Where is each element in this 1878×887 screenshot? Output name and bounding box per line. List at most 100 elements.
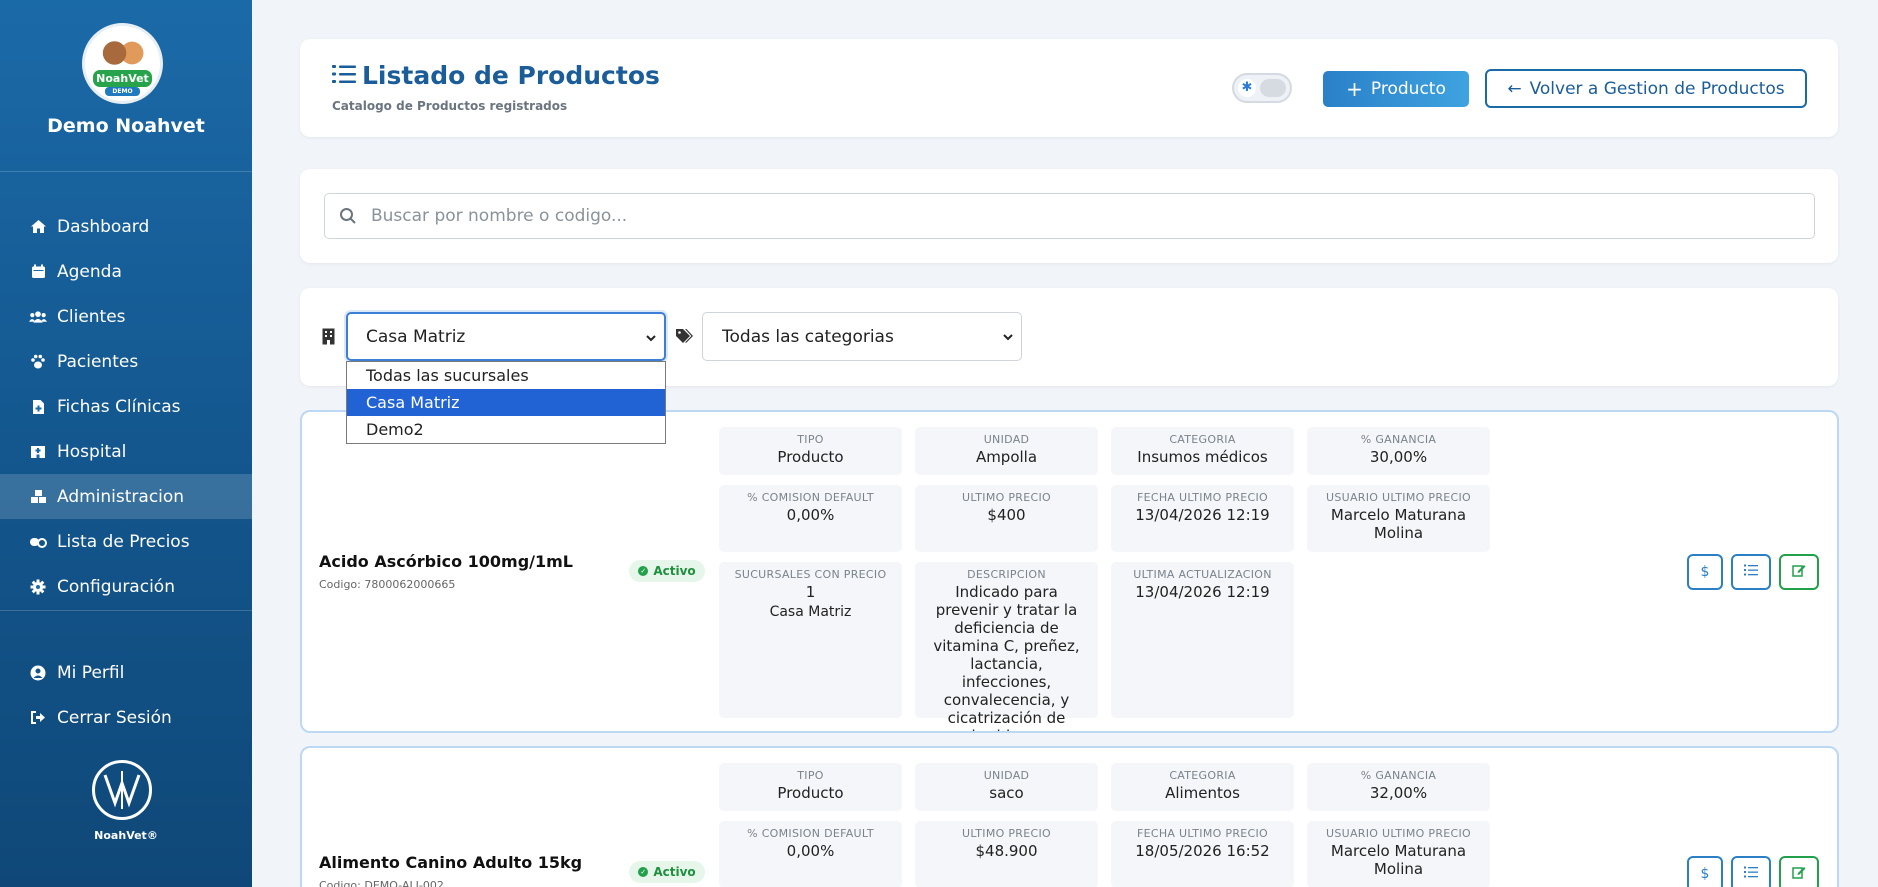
- product-actions: $: [1687, 554, 1827, 590]
- field-tipo: TIPO Producto: [719, 763, 902, 811]
- sidebar-nav: Dashboard Agenda Clientes Pacientes Fich…: [0, 204, 252, 609]
- field-sucursales: SUCURSALES CON PRECIO 1 Casa Matriz: [719, 562, 902, 718]
- field-actualizacion: ULTIMA ACTUALIZACION 13/04/2026 12:19: [1111, 562, 1294, 718]
- field-value: Insumos médicos: [1137, 448, 1268, 466]
- sidebar-item-label: Clientes: [57, 306, 126, 327]
- field-label: % COMISION DEFAULT: [747, 827, 874, 840]
- sidebar-item-label: Dashboard: [57, 216, 150, 237]
- branch-option[interactable]: Demo2: [347, 416, 665, 443]
- category-select[interactable]: Todas las categorias: [702, 312, 1022, 361]
- sidebar-item-configuracion[interactable]: Configuración: [0, 564, 252, 609]
- branch-dropdown-list: Todas las sucursales Casa Matriz Demo2: [346, 361, 666, 444]
- field-value: Producto: [777, 448, 844, 466]
- field-comision: % COMISION DEFAULT 0,00%: [719, 821, 902, 887]
- home-icon: [29, 218, 47, 236]
- product-actions: $: [1687, 856, 1827, 887]
- field-ultimo-precio: ULTIMO PRECIO $48.900: [915, 821, 1098, 887]
- noahvet-logo-icon: [92, 760, 152, 820]
- sidebar-divider: [0, 610, 252, 611]
- product-code: Codigo: DEMO-ALI-002: [319, 879, 444, 887]
- sidebar-item-label: Fichas Clínicas: [57, 396, 181, 417]
- sidebar-item-pacientes[interactable]: Pacientes: [0, 339, 252, 384]
- field-value: Ampolla: [975, 448, 1038, 466]
- sidebar-item-dashboard[interactable]: Dashboard: [0, 204, 252, 249]
- gear-icon: ✱: [1238, 79, 1256, 97]
- logo-tag: NoahVet: [93, 70, 152, 87]
- edit-icon: [1792, 865, 1806, 883]
- field-ultimo-precio: ULTIMO PRECIO $400: [915, 485, 1098, 552]
- field-label: % COMISION DEFAULT: [747, 491, 874, 504]
- branch-option-selected[interactable]: Casa Matriz: [347, 389, 665, 416]
- tags-pill-icon: [29, 533, 47, 551]
- field-usuario-precio: USUARIO ULTIMO PRECIO Marcelo Maturana M…: [1307, 821, 1490, 887]
- user-circle-icon: [29, 664, 47, 682]
- sidebar-item-mi-perfil[interactable]: Mi Perfil: [0, 650, 252, 695]
- sidebar-item-administracion[interactable]: Administracion: [0, 474, 252, 519]
- edit-button[interactable]: [1779, 554, 1819, 590]
- pets-illustration-icon: [96, 36, 149, 70]
- edit-icon: [1792, 563, 1806, 581]
- product-card: Acido Ascórbico 100mg/1mL Codigo: 780006…: [300, 410, 1839, 733]
- brand-logo: NoahVet DEMO: [82, 23, 163, 104]
- field-usuario-precio: USUARIO ULTIMO PRECIO Marcelo Maturana M…: [1307, 485, 1490, 552]
- add-product-button[interactable]: + Producto: [1323, 71, 1469, 107]
- settings-toggle[interactable]: ✱: [1232, 73, 1292, 103]
- calendar-icon: [29, 263, 47, 281]
- price-button[interactable]: $: [1687, 554, 1723, 590]
- edit-button[interactable]: [1779, 856, 1819, 887]
- toggle-track: [1260, 79, 1286, 97]
- search-input[interactable]: [371, 204, 1791, 228]
- file-medical-icon: [29, 398, 47, 416]
- back-to-management-button[interactable]: ← Volver a Gestion de Productos: [1485, 69, 1807, 108]
- status-badge: ✓ Activo: [629, 861, 705, 883]
- details-button[interactable]: [1731, 856, 1771, 887]
- chevron-down-icon: [646, 331, 656, 345]
- details-button[interactable]: [1731, 554, 1771, 590]
- field-label: % GANANCIA: [1360, 769, 1437, 782]
- field-label: SUCURSALES CON PRECIO: [734, 568, 887, 581]
- field-value: saco: [989, 784, 1024, 802]
- sidebar-item-agenda[interactable]: Agenda: [0, 249, 252, 294]
- field-unidad: UNIDAD Ampolla: [915, 427, 1098, 475]
- sidebar-item-fichas[interactable]: Fichas Clínicas: [0, 384, 252, 429]
- search-card: [300, 169, 1838, 263]
- field-label: % GANANCIA: [1360, 433, 1437, 446]
- field-label: TIPO: [797, 769, 824, 782]
- check-circle-icon: ✓: [638, 566, 649, 576]
- sidebar-item-label: Agenda: [57, 261, 122, 282]
- sidebar-item-cerrar-sesion[interactable]: Cerrar Sesión: [0, 695, 252, 740]
- sidebar-item-hospital[interactable]: Hospital: [0, 429, 252, 474]
- sidebar-item-label: Configuración: [57, 576, 175, 597]
- sidebar-brand: NoahVet DEMO Demo Noahvet: [0, 0, 252, 172]
- sidebar-item-lista-precios[interactable]: Lista de Precios: [0, 519, 252, 564]
- field-value: 13/04/2026 12:19: [1135, 506, 1270, 524]
- page-header: Listado de Productos Catalogo de Product…: [300, 39, 1838, 137]
- branch-option[interactable]: Todas las sucursales: [347, 362, 665, 389]
- field-value: Producto: [777, 784, 844, 802]
- search-icon: [339, 207, 357, 229]
- logout-icon: [29, 709, 47, 727]
- branch-select-value: Casa Matriz: [366, 326, 466, 347]
- building-icon: [322, 328, 335, 349]
- field-value: Alimentos: [1165, 784, 1240, 802]
- field-value: 1: [805, 583, 816, 601]
- search-box[interactable]: [324, 193, 1815, 239]
- sidebar-item-clientes[interactable]: Clientes: [0, 294, 252, 339]
- field-value: Marcelo Maturana Molina: [1330, 842, 1467, 878]
- price-button[interactable]: $: [1687, 856, 1723, 887]
- field-value: 32,00%: [1369, 784, 1428, 802]
- sidebar-item-label: Hospital: [57, 441, 127, 462]
- check-circle-icon: ✓: [638, 867, 649, 877]
- logo-sub: DEMO: [105, 87, 140, 96]
- branch-select[interactable]: Casa Matriz: [346, 312, 666, 361]
- sidebar: NoahVet DEMO Demo Noahvet Dashboard Agen…: [0, 0, 252, 887]
- field-label: USUARIO ULTIMO PRECIO: [1325, 827, 1472, 840]
- field-value: 0,00%: [786, 506, 835, 524]
- field-fecha-precio: FECHA ULTIMO PRECIO 13/04/2026 12:19: [1111, 485, 1294, 552]
- paw-icon: [29, 353, 47, 371]
- field-value: $48.900: [975, 842, 1038, 860]
- product-card: Alimento Canino Adulto 15kg Codigo: DEMO…: [300, 746, 1839, 887]
- field-label: CATEGORIA: [1169, 769, 1236, 782]
- field-ganancia: % GANANCIA 32,00%: [1307, 763, 1490, 811]
- field-label: USUARIO ULTIMO PRECIO: [1325, 491, 1472, 504]
